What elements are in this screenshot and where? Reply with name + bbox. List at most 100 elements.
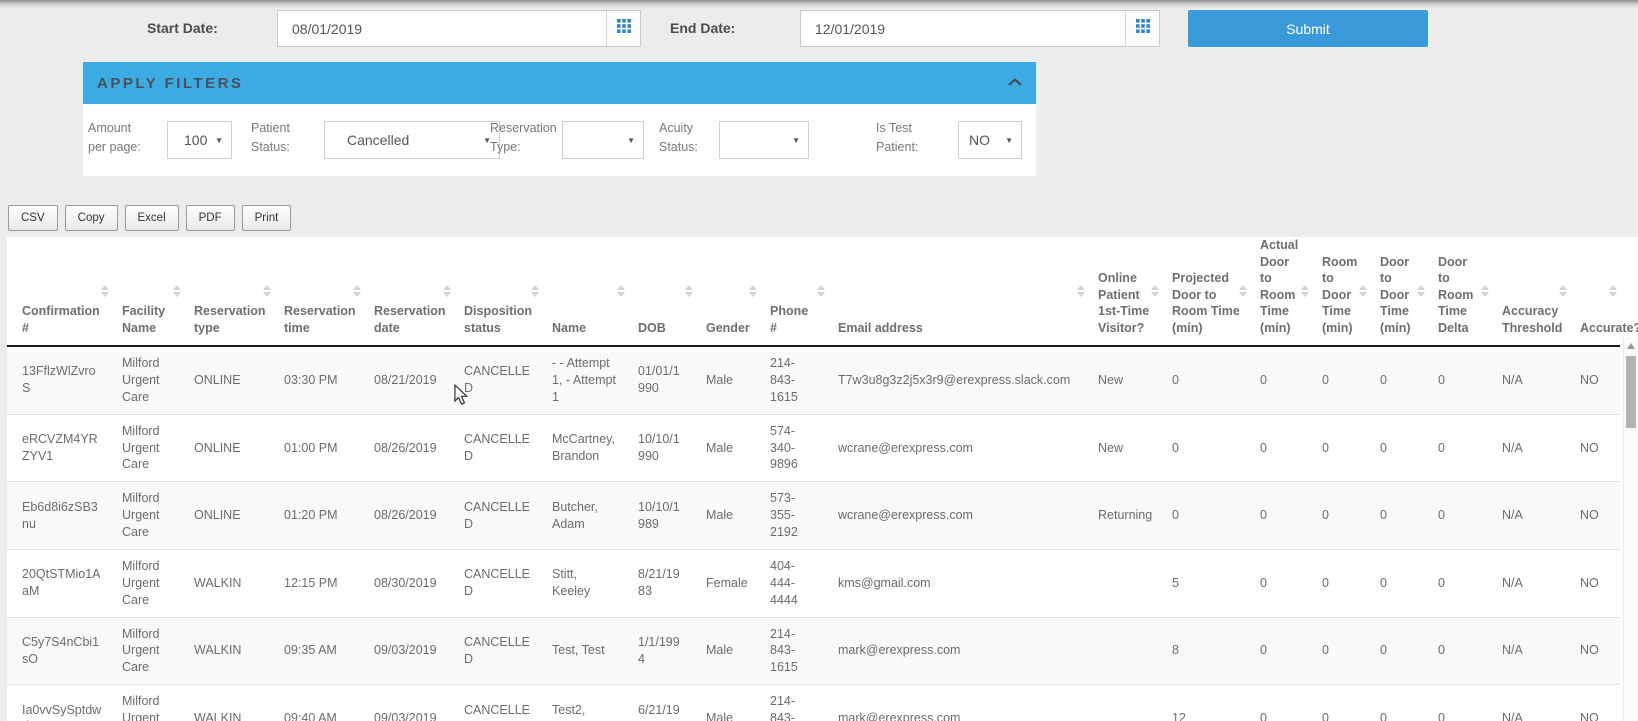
chevron-up-icon[interactable] — [1008, 74, 1022, 92]
reservation-type-select[interactable]: ▼ — [562, 121, 644, 159]
column-header-0[interactable]: Confirmation # — [7, 237, 112, 346]
column-header-5[interactable]: Disposition status — [454, 237, 542, 346]
table-cell: mark@erexpress.com — [828, 685, 1088, 721]
submit-button[interactable]: Submit — [1188, 10, 1428, 47]
table-cell: 0 — [1162, 482, 1250, 550]
table-cell: 214-843-1615 — [760, 346, 828, 414]
export-excel-button[interactable]: Excel — [125, 205, 179, 231]
table-cell: - - Attempt 1, - Attempt 1 — [542, 346, 628, 414]
end-date-group — [800, 10, 1160, 47]
table-cell: NO — [1570, 617, 1620, 685]
table-cell: Milford Urgent Care — [112, 549, 184, 617]
end-date-calendar-button[interactable] — [1125, 11, 1159, 46]
scrollbar-thumb[interactable] — [1626, 356, 1636, 428]
column-header-2[interactable]: Reservation type — [184, 237, 274, 346]
export-pdf-button[interactable]: PDF — [186, 205, 235, 231]
export-bar: CSV Copy Excel PDF Print — [8, 205, 291, 231]
column-header-16[interactable]: Door to Room Time Delta — [1428, 237, 1492, 346]
table-cell: 0 — [1428, 685, 1492, 721]
export-copy-button[interactable]: Copy — [65, 205, 118, 231]
column-header-11[interactable]: Online Patient 1st-Time Visitor? — [1088, 237, 1162, 346]
table-cell: C5y7S4nCbi1sO — [7, 617, 112, 685]
table-cell: 0 — [1250, 482, 1312, 550]
column-header-label: Reservation time — [284, 304, 356, 335]
sort-icon[interactable] — [353, 285, 361, 297]
sort-icon[interactable] — [101, 285, 109, 297]
start-date-input[interactable] — [278, 11, 606, 46]
sort-icon[interactable] — [685, 285, 693, 297]
table-row[interactable]: 20QtSTMio1AaMMilford Urgent CareWALKIN12… — [7, 549, 1620, 617]
table-cell: Eb6d8i6zSB3nu — [7, 482, 112, 550]
table-row[interactable]: eRCVZM4YRZYV1Milford Urgent CareONLINE01… — [7, 414, 1620, 482]
column-header-18[interactable]: Accurate? — [1570, 237, 1620, 346]
sort-icon[interactable] — [443, 285, 451, 297]
reservation-type-label: Reservation Type: — [490, 119, 552, 158]
table-cell: Milford Urgent Care — [112, 617, 184, 685]
table-cell: Male — [696, 482, 760, 550]
sort-icon[interactable] — [1151, 285, 1159, 297]
sort-icon[interactable] — [173, 285, 181, 297]
sort-icon[interactable] — [749, 285, 757, 297]
column-header-label: Gender — [706, 321, 750, 335]
column-header-9[interactable]: Phone # — [760, 237, 828, 346]
column-header-3[interactable]: Reservation time — [274, 237, 364, 346]
sort-icon[interactable] — [1359, 285, 1367, 297]
reservations-table: Confirmation # Facility Name Reservation t… — [7, 237, 1620, 721]
table-cell: 0 — [1370, 617, 1428, 685]
column-header-10[interactable]: Email address — [828, 237, 1088, 346]
column-header-label: Facility Name — [122, 304, 165, 335]
table-cell: 09:40 AM — [274, 685, 364, 721]
table-cell: WALKIN — [184, 549, 274, 617]
column-header-label: Reservation type — [194, 304, 266, 335]
sort-icon[interactable] — [1481, 285, 1489, 297]
sort-icon[interactable] — [1609, 285, 1617, 297]
acuity-status-select[interactable]: ▼ — [719, 121, 809, 159]
patient-status-select[interactable]: Cancelled ▼ — [324, 121, 500, 159]
apply-filters-header[interactable]: APPLY FILTERS — [83, 62, 1036, 104]
sort-icon[interactable] — [1077, 285, 1085, 297]
table-cell: N/A — [1492, 685, 1570, 721]
sort-icon[interactable] — [1239, 285, 1247, 297]
column-header-6[interactable]: Name — [542, 237, 628, 346]
column-header-1[interactable]: Facility Name — [112, 237, 184, 346]
start-date-calendar-button[interactable] — [606, 11, 640, 46]
export-csv-button[interactable]: CSV — [8, 205, 58, 231]
dropdown-arrow-icon: ▼ — [627, 136, 635, 145]
scrollbar-up-button[interactable] — [1624, 338, 1638, 353]
end-date-input[interactable] — [801, 11, 1125, 46]
table-cell: 0 — [1250, 685, 1312, 721]
table-row[interactable]: Eb6d8i6zSB3nuMilford Urgent CareONLINE01… — [7, 482, 1620, 550]
table-row[interactable]: C5y7S4nCbi1sOMilford Urgent CareWALKIN09… — [7, 617, 1620, 685]
column-header-4[interactable]: Reservation date — [364, 237, 454, 346]
table-cell: New — [1088, 414, 1162, 482]
column-header-label: Reservation date — [374, 304, 446, 335]
table-cell: NO — [1570, 482, 1620, 550]
table-row[interactable]: Ia0vvSySptdwdMilford Urgent CareWALKIN09… — [7, 685, 1620, 721]
amount-per-page-select[interactable]: 100 ▼ — [167, 121, 232, 159]
sort-icon[interactable] — [531, 285, 539, 297]
sort-icon[interactable] — [263, 285, 271, 297]
table-cell: 0 — [1312, 346, 1370, 414]
column-header-label: Room to Door Time (min) — [1322, 255, 1357, 335]
export-print-button[interactable]: Print — [242, 205, 292, 231]
table-scrollbar[interactable] — [1623, 338, 1638, 721]
sort-icon[interactable] — [1301, 285, 1309, 297]
table-row[interactable]: 13FflzWlZvroSMilford Urgent CareONLINE03… — [7, 346, 1620, 414]
is-test-patient-select[interactable]: NO ▼ — [958, 121, 1022, 159]
column-header-17[interactable]: Accuracy Threshold — [1492, 237, 1570, 346]
column-header-12[interactable]: Projected Door to Room Time (min) — [1162, 237, 1250, 346]
sort-icon[interactable] — [1417, 285, 1425, 297]
calendar-icon — [617, 19, 631, 38]
column-header-14[interactable]: Room to Door Time (min) — [1312, 237, 1370, 346]
column-header-7[interactable]: DOB — [628, 237, 696, 346]
column-header-13[interactable]: Actual Door to Room Time (min) — [1250, 237, 1312, 346]
sort-icon[interactable] — [617, 285, 625, 297]
sort-icon[interactable] — [1559, 285, 1567, 297]
table-cell: Test2, Test2 — [542, 685, 628, 721]
sort-icon[interactable] — [817, 285, 825, 297]
column-header-15[interactable]: Door to Door Time (min) — [1370, 237, 1428, 346]
table-cell: Male — [696, 414, 760, 482]
table-cell: 10/10/1989 — [628, 482, 696, 550]
column-header-8[interactable]: Gender — [696, 237, 760, 346]
table-cell: CANCELLED — [454, 617, 542, 685]
